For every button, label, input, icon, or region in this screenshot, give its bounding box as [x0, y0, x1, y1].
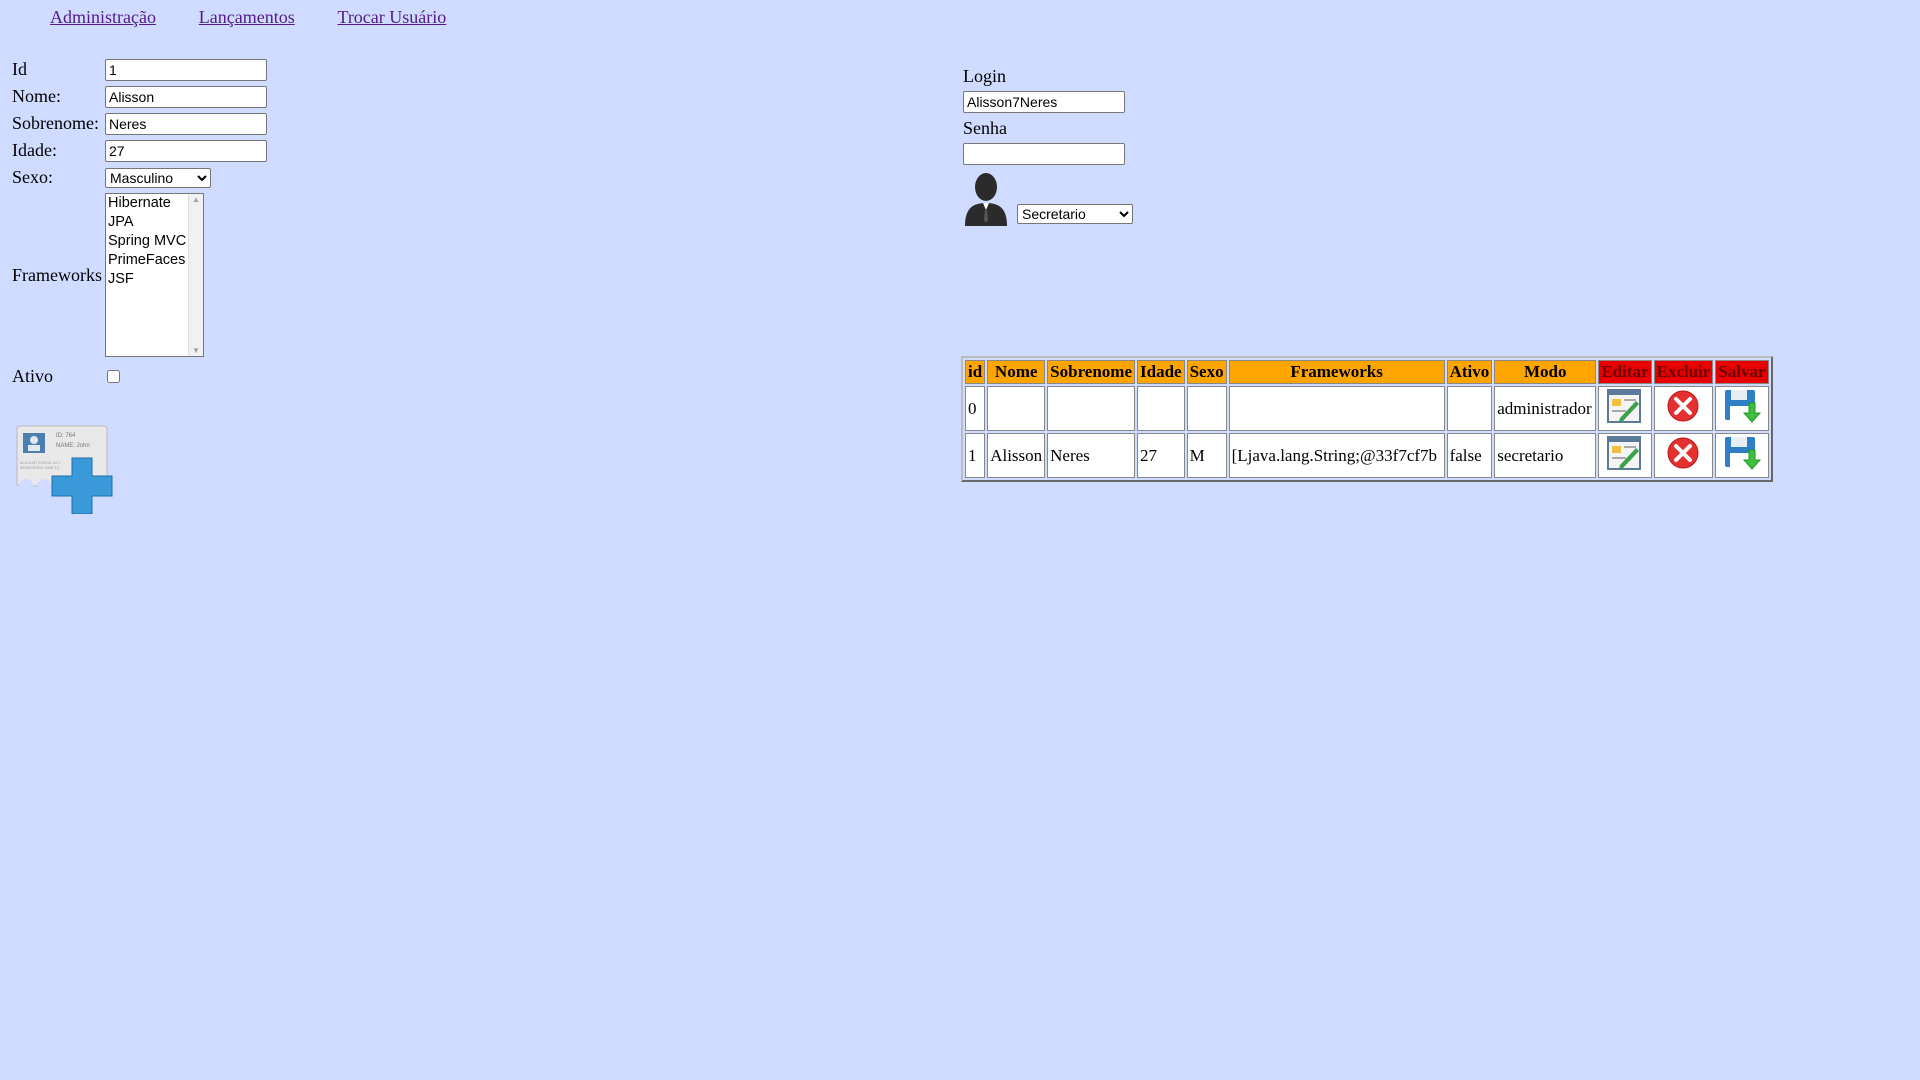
card-reg-text: REGISTERED: JUNE 12 [20, 466, 59, 470]
nav-link-lancamentos[interactable]: Lançamentos [199, 7, 295, 27]
card-id-text: ID: 764 [56, 433, 76, 439]
edit-cell [1598, 386, 1652, 431]
save-icon[interactable] [1723, 434, 1762, 472]
nav-link-administracao[interactable]: Administração [50, 7, 156, 27]
ativo-checkbox[interactable] [107, 370, 120, 383]
login-field[interactable] [963, 91, 1125, 113]
login-panel: Login Senha Secretario [963, 66, 1133, 226]
id-label: Id [12, 59, 27, 79]
edit-icon[interactable] [1606, 387, 1644, 425]
cell-sobrenome: Neres [1047, 433, 1136, 478]
user-silhouette-icon [965, 173, 1007, 226]
cell-frameworks: [Ljava.lang.String;@33f7cf7b [1228, 433, 1445, 478]
top-nav: Administração Lançamentos Trocar Usuário [50, 7, 484, 29]
table-row: 1 Alisson Neres 27 M [Ljava.lang.String;… [965, 433, 1769, 478]
delete-icon[interactable] [1664, 387, 1702, 425]
cell-id: 1 [965, 433, 986, 478]
cell-modo: administrador [1494, 386, 1597, 431]
save-cell [1715, 386, 1769, 431]
cell-sobrenome [1047, 386, 1136, 431]
edit-cell [1598, 433, 1652, 478]
sexo-select[interactable]: Masculino [105, 167, 211, 188]
header-sobrenome: Sobrenome [1047, 360, 1136, 384]
delete-icon[interactable] [1664, 434, 1702, 472]
role-select[interactable]: Secretario [1017, 204, 1133, 224]
login-label: Login [963, 66, 1006, 86]
cell-nome [987, 386, 1046, 431]
cell-id: 0 [965, 386, 986, 431]
table-row: 0 administrador [965, 386, 1769, 431]
cell-sexo: M [1186, 433, 1227, 478]
save-icon[interactable] [1723, 387, 1762, 425]
delete-cell [1653, 433, 1714, 478]
table-header-row: id Nome Sobrenome Idade Sexo Frameworks … [965, 360, 1769, 384]
sobrenome-field[interactable] [105, 112, 267, 135]
senha-field[interactable] [963, 143, 1125, 165]
header-editar: Editar [1598, 360, 1652, 384]
scroll-up-arrow-icon[interactable]: ▲ [192, 195, 200, 204]
delete-cell [1653, 386, 1714, 431]
cell-modo: secretario [1494, 433, 1597, 478]
cell-ativo: false [1446, 433, 1493, 478]
listbox-scrollbar[interactable]: ▲ ▼ [188, 194, 203, 356]
header-sexo: Sexo [1186, 360, 1227, 384]
users-table: id Nome Sobrenome Idade Sexo Frameworks … [961, 356, 1773, 482]
cell-idade: 27 [1137, 433, 1185, 478]
cell-nome: Alisson [987, 433, 1046, 478]
header-ativo: Ativo [1446, 360, 1493, 384]
add-user-card-icon[interactable]: ID: 764 NAME: John ACCOUNT STATUS: ACT R… [16, 424, 115, 514]
header-excluir: Excluir [1653, 360, 1714, 384]
header-salvar: Salvar [1715, 360, 1769, 384]
header-idade: Idade [1137, 360, 1185, 384]
idade-label: Idade: [12, 140, 57, 160]
ativo-label: Ativo [12, 366, 54, 386]
scroll-down-arrow-icon[interactable]: ▼ [192, 346, 200, 355]
sobrenome-label: Sobrenome: [12, 113, 99, 133]
nav-link-trocar-usuario[interactable]: Trocar Usuário [337, 7, 446, 27]
sexo-label: Sexo: [12, 167, 54, 187]
cell-frameworks [1228, 386, 1445, 431]
card-status-text: ACCOUNT STATUS: ACT [20, 461, 61, 465]
save-cell [1715, 433, 1769, 478]
cell-sexo [1186, 386, 1227, 431]
idade-field[interactable] [105, 139, 267, 162]
cell-ativo [1446, 386, 1493, 431]
nome-label: Nome: [12, 86, 61, 106]
edit-icon[interactable] [1606, 434, 1644, 472]
card-name-text: NAME: John [56, 443, 90, 449]
frameworks-label: Frameworks [12, 264, 102, 285]
header-frameworks: Frameworks [1228, 360, 1445, 384]
header-modo: Modo [1494, 360, 1597, 384]
header-id: id [965, 360, 986, 384]
senha-label: Senha [963, 118, 1007, 138]
header-nome: Nome [987, 360, 1046, 384]
nome-field[interactable] [105, 85, 267, 108]
user-form: Id Nome: Sobrenome: Idade: Sexo: Masculi… [12, 56, 267, 390]
frameworks-listbox[interactable]: Hibernate JPA Spring MVC PrimeFaces JSF … [105, 193, 204, 357]
id-field[interactable] [105, 58, 267, 81]
cell-idade [1137, 386, 1185, 431]
